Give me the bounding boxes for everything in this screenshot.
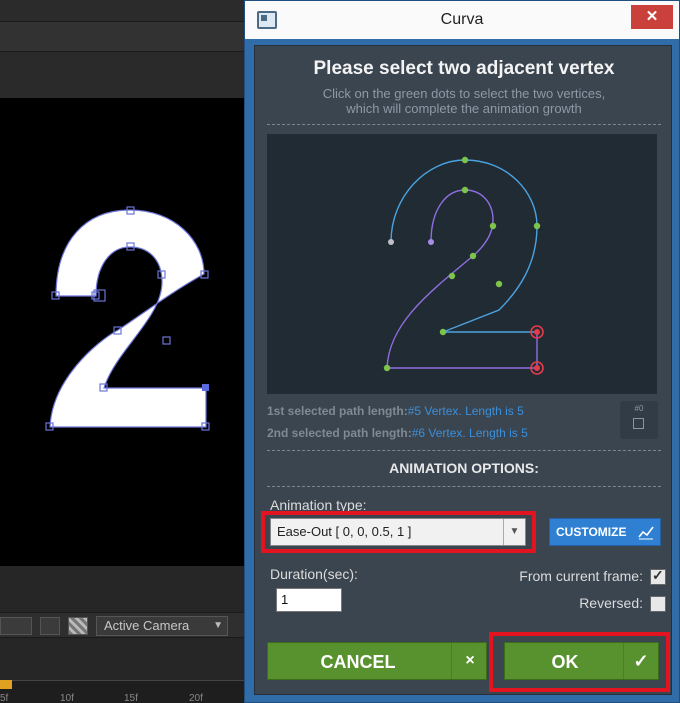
- from-current-frame-label: From current frame:: [519, 568, 643, 584]
- dialog-panel: Please select two adjacent vertex Click …: [254, 45, 672, 695]
- chevron-down-icon: ▼: [213, 620, 223, 631]
- active-camera-select[interactable]: Active Camera ▼: [96, 616, 228, 636]
- composition-viewer[interactable]: [0, 98, 244, 566]
- curve-graph-icon: [638, 526, 654, 540]
- active-camera-label: Active Camera: [104, 618, 190, 633]
- ruler-tick: 10f: [60, 693, 74, 703]
- button-separator: [451, 643, 452, 679]
- ok-button-highlight: [489, 632, 670, 692]
- dialog-titlebar[interactable]: Curva ✕: [245, 1, 679, 39]
- first-path-length: 1st selected path length:#5 Vertex. Leng…: [267, 404, 524, 418]
- second-path-length: 2nd selected path length:#6 Vertex. Leng…: [267, 426, 528, 440]
- path-preview[interactable]: [267, 134, 657, 394]
- path-preview-drawing: [383, 156, 544, 375]
- viewer-toolbar: Active Camera ▼: [0, 612, 244, 638]
- close-icon: ×: [465, 652, 475, 669]
- vertex-dots[interactable]: [383, 156, 541, 372]
- vertex-square-icon: [633, 418, 644, 429]
- first-path-label: 1st selected path length:: [267, 404, 408, 418]
- animation-options-heading: ANIMATION OPTIONS:: [389, 460, 539, 476]
- instruction-line-1: Click on the green dots to select the tw…: [322, 86, 606, 101]
- duration-input[interactable]: 1: [276, 588, 342, 612]
- outer-path-segment: [390, 159, 538, 333]
- second-path-value: #6 Vertex. Length is 5: [411, 426, 528, 440]
- divider: [267, 486, 661, 487]
- close-button[interactable]: ✕: [631, 5, 673, 29]
- instruction-heading: Please select two adjacent vertex: [313, 58, 615, 79]
- playhead-marker[interactable]: [0, 680, 12, 689]
- reset-vertex-button[interactable]: #0: [620, 401, 658, 439]
- duration-label: Duration(sec):: [270, 566, 358, 582]
- dialog-title: Curva: [440, 11, 484, 28]
- timeline-ruler[interactable]: 5f 10f 15f 20f: [0, 680, 244, 703]
- animation-type-highlight: [261, 511, 536, 553]
- customize-label: CUSTOMIZE: [556, 525, 627, 539]
- transparency-grid-icon[interactable]: [68, 617, 88, 635]
- cancel-label: CANCEL: [320, 652, 396, 672]
- magnification-dropdown[interactable]: [0, 617, 32, 635]
- reversed-label: Reversed:: [579, 595, 643, 611]
- ruler-tick: 5f: [0, 693, 9, 703]
- reset-vertex-badge: #0: [634, 404, 644, 413]
- instruction-line-2: which will complete the animation growth: [346, 101, 582, 116]
- ae-panel-header: [0, 52, 244, 98]
- second-path-label: 2nd selected path length:: [267, 426, 412, 440]
- reversed-checkbox[interactable]: [650, 596, 666, 612]
- first-path-value: #5 Vertex. Length is 5: [407, 404, 524, 418]
- customize-button[interactable]: CUSTOMIZE: [549, 518, 661, 546]
- divider: [267, 124, 661, 125]
- outer-start-point: [388, 239, 394, 245]
- checkmark-icon: ✓: [652, 567, 664, 583]
- inner-path-segment: [386, 189, 538, 369]
- ae-menu-strip: [0, 0, 244, 22]
- ruler-tick: 20f: [189, 693, 203, 703]
- from-current-frame-checkbox[interactable]: ✓: [650, 567, 666, 585]
- instruction-subheading: Click on the green dots to select the tw…: [255, 86, 673, 116]
- shape-layer-digit-two[interactable]: [0, 98, 244, 566]
- inner-start-point: [428, 239, 434, 245]
- cancel-button[interactable]: CANCEL ×: [267, 642, 487, 680]
- region-of-interest-icon[interactable]: [40, 617, 60, 635]
- ae-tab-strip: [0, 22, 244, 52]
- selected-vertex-handle: [202, 384, 209, 391]
- curva-dialog: Curva ✕ Please select two adjacent verte…: [244, 0, 680, 703]
- divider: [267, 450, 661, 451]
- ruler-tick: 15f: [124, 693, 138, 703]
